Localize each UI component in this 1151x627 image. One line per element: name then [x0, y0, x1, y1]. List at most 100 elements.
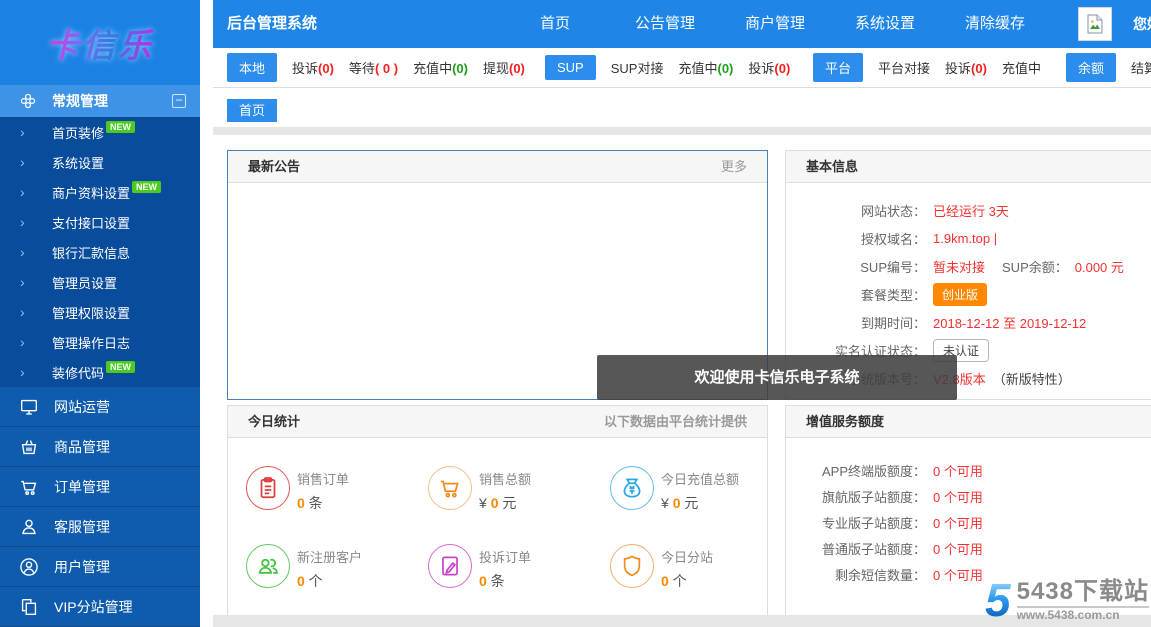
new-badge: NEW	[132, 181, 161, 193]
chevron-right-icon: ›	[20, 364, 52, 380]
status-group-4: 余额结算记	[1066, 48, 1151, 87]
status-badge[interactable]: 余额	[1066, 53, 1116, 82]
avatar[interactable]	[1078, 7, 1112, 41]
divider	[213, 127, 1151, 135]
status-item[interactable]: 投诉(0)	[292, 58, 334, 77]
status-item[interactable]: 提现(0)	[483, 58, 525, 77]
sidebar-submenu-item[interactable]: ›管理操作日志	[0, 327, 200, 357]
stat-number: 0	[297, 495, 305, 511]
sidebar-section-label: 订单管理	[54, 477, 110, 497]
stat-value: ¥ 0 元	[479, 493, 531, 513]
top-header: 后台管理系统 首页公告管理商户管理系统设置清除缓存 您好	[213, 0, 1151, 48]
chevron-right-icon: ›	[20, 334, 52, 350]
stat-label: 销售订单	[297, 469, 349, 488]
status-count: (0)	[509, 61, 525, 76]
new-badge: NEW	[106, 121, 135, 133]
sidebar-section-agent[interactable]: 客服管理	[0, 507, 200, 547]
status-item[interactable]: 等待( 0 )	[349, 58, 398, 77]
status-item[interactable]: 充值中(0)	[413, 58, 468, 77]
status-badge[interactable]: 本地	[227, 53, 277, 82]
info-label: 到期时间：	[786, 313, 926, 332]
more-link[interactable]: 更多	[721, 151, 747, 182]
info-value: 暂未对接SUP余额：0.000 元	[933, 257, 1124, 276]
sidebar-section-cart[interactable]: 订单管理	[0, 467, 200, 507]
watermark: 5 5438下载站 www.5438.com.cn	[985, 580, 1149, 622]
status-item[interactable]: SUP对接	[611, 58, 664, 77]
info-row: 到期时间：2018-12-12 至 2019-12-12	[786, 308, 1151, 336]
stat-number: 0	[661, 573, 669, 589]
pages-icon	[18, 596, 40, 618]
sidebar-section-label: 网站运营	[54, 397, 110, 417]
people-icon	[246, 544, 290, 588]
main-area: 后台管理系统 首页公告管理商户管理系统设置清除缓存 您好 本地投诉(0)等待( …	[213, 0, 1151, 627]
quota-body: APP终端版额度：0 个可用旗航版子站额度：0 个可用专业版子站额度：0 个可用…	[786, 438, 1151, 587]
info-segment: 已经运行 3天	[933, 201, 1009, 220]
info-value: 创业版	[933, 283, 987, 306]
status-badge[interactable]: SUP	[545, 55, 596, 80]
watermark-title: 5438下载站	[1017, 580, 1149, 604]
status-item[interactable]: 投诉(0)	[748, 58, 790, 77]
chevron-right-icon: ›	[20, 304, 52, 320]
info-segment: 0 个可用	[933, 565, 983, 584]
top-nav-item-1[interactable]: 首页	[500, 0, 610, 48]
status-item[interactable]: 投诉(0)	[945, 58, 987, 77]
sidebar-section-user-circle[interactable]: 用户管理	[0, 547, 200, 587]
sidebar-section-monitor[interactable]: 网站运营	[0, 387, 200, 427]
info-label: 网站状态：	[786, 201, 926, 220]
status-count: (0)	[318, 61, 334, 76]
status-item[interactable]: 结算记	[1131, 58, 1151, 77]
sidebar-submenu-item[interactable]: ›管理员设置	[0, 267, 200, 297]
info-segment: 0 个可用	[933, 513, 983, 532]
stat-label: 投诉订单	[479, 547, 531, 566]
info-segment: SUP余额：	[1002, 257, 1068, 276]
info-value: 0 个可用	[933, 487, 983, 506]
sidebar-section-label: VIP分站管理	[54, 597, 133, 617]
top-nav-item-2[interactable]: 公告管理	[610, 0, 720, 48]
sidebar-submenu-item[interactable]: ›系统设置	[0, 147, 200, 177]
stat-item: 投诉订单0 条	[428, 544, 531, 591]
status-item[interactable]: 充值中(0)	[678, 58, 733, 77]
sidebar-submenu-item[interactable]: ›支付接口设置	[0, 207, 200, 237]
agent-icon	[18, 516, 40, 538]
sidebar-group-regular-management[interactable]: 常规管理 −	[0, 85, 200, 117]
sidebar-submenu-item[interactable]: ›首页装修NEW	[0, 117, 200, 147]
sidebar-submenu-item[interactable]: ›商户资料设置NEW	[0, 177, 200, 207]
info-label: 专业版子站额度：	[786, 513, 926, 532]
status-item[interactable]: 充值中	[1002, 58, 1041, 77]
chevron-right-icon: ›	[20, 214, 52, 230]
status-count: ( 0 )	[375, 61, 398, 76]
status-group-1: 本地投诉(0) 等待( 0 ) 充值中(0) 提现(0)	[227, 48, 525, 87]
info-row: 普通版子站额度：0 个可用	[786, 535, 1151, 561]
stat-value: 0 个	[661, 571, 713, 591]
stats-note: 以下数据由平台统计提供	[604, 406, 747, 437]
sidebar-submenu-item[interactable]: ›管理权限设置	[0, 297, 200, 327]
logo: 卡信乐	[0, 0, 200, 85]
sidebar-section-basket[interactable]: 商品管理	[0, 427, 200, 467]
sidebar-submenu-item[interactable]: ›银行汇款信息	[0, 237, 200, 267]
breadcrumb[interactable]: 首页	[227, 99, 277, 122]
stat-text: 今日分站0 个	[661, 544, 713, 591]
chevron-right-icon: ›	[20, 274, 52, 290]
sidebar-submenu: ›首页装修NEW›系统设置›商户资料设置NEW›支付接口设置›银行汇款信息›管理…	[0, 117, 200, 387]
stat-label: 今日充值总额	[661, 469, 739, 488]
plan-badge[interactable]: 创业版	[933, 283, 987, 306]
basket-icon	[18, 436, 40, 458]
sidebar-section-pages[interactable]: VIP分站管理	[0, 587, 200, 627]
sidebar-item-label: 管理员设置	[52, 273, 117, 292]
status-item[interactable]: 平台对接	[878, 58, 930, 77]
info-row: 专业版子站额度： 0 个可用	[786, 509, 1151, 535]
sidebar-submenu-item[interactable]: ›装修代码NEW	[0, 357, 200, 387]
info-segment: 1.9km.top |	[933, 231, 997, 246]
sidebar: 卡信乐 常规管理 − ›首页装修NEW›系统设置›商户资料设置NEW›支付接口设…	[0, 0, 200, 627]
status-badge[interactable]: 平台	[813, 53, 863, 82]
collapse-icon[interactable]: −	[172, 94, 186, 108]
info-label: 普通版子站额度：	[786, 539, 926, 558]
chevron-right-icon: ›	[20, 124, 52, 140]
top-nav-item-5[interactable]: 清除缓存	[940, 0, 1050, 48]
sidebar-item-label: 首页装修	[52, 123, 104, 142]
welcome-toast: 欢迎使用卡信乐电子系统	[597, 355, 957, 400]
new-badge: NEW	[106, 361, 135, 373]
top-nav-item-4[interactable]: 系统设置	[830, 0, 940, 48]
top-nav-item-3[interactable]: 商户管理	[720, 0, 830, 48]
info-row: 套餐类型：创业版	[786, 280, 1151, 308]
